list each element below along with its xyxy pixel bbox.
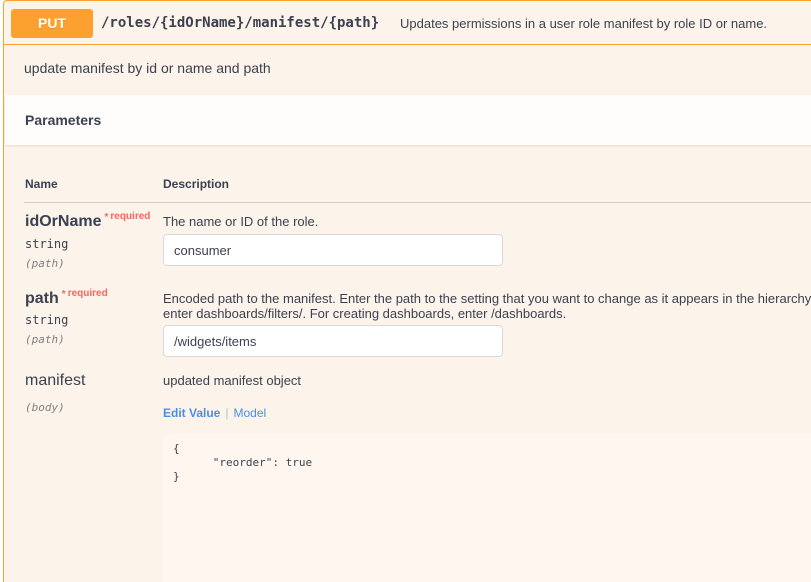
body-textarea[interactable]: { "reorder": true } — [173, 442, 312, 484]
required-label: required — [67, 288, 108, 299]
param-name-text: path — [25, 290, 59, 307]
tab-model[interactable]: Model — [233, 406, 266, 420]
parameters-title: Parameters — [25, 112, 102, 128]
param-description: The name or ID of the role. — [163, 214, 319, 229]
tab-separator: | — [225, 406, 229, 420]
param-type: string — [25, 237, 69, 251]
param-name-text: idOrName — [25, 213, 102, 230]
required-star: * — [61, 289, 66, 300]
param-name-idOrName: idOrName * required — [25, 211, 151, 231]
idOrName-input[interactable] — [163, 234, 503, 266]
method-badge: PUT — [11, 9, 93, 38]
required-star: * — [104, 212, 109, 223]
operation-summary[interactable]: PUT /roles/{idOrName}/manifest/{path} Up… — [4, 1, 811, 45]
tab-edit-value[interactable]: Edit Value — [163, 406, 220, 420]
operation-path: /roles/{idOrName}/manifest/{path} — [101, 15, 380, 31]
header-divider — [24, 202, 811, 203]
param-name-path: path * required — [25, 288, 108, 308]
column-header-name: Name — [25, 177, 58, 191]
operation-description: update manifest by id or name and path — [4, 46, 811, 94]
param-description-line2: enter dashboards/filters/. For creating … — [163, 306, 567, 321]
operation-summary-text: Updates permissions in a user role manif… — [400, 16, 768, 31]
param-description: updated manifest object — [163, 373, 302, 388]
param-name-manifest: manifest — [25, 372, 86, 389]
parameters-header: Parameters — [5, 95, 811, 145]
body-editor[interactable]: { "reorder": true } — [163, 434, 811, 582]
param-location: (path) — [25, 333, 65, 346]
param-location: (path) — [25, 257, 65, 270]
operation-block: PUT /roles/{idOrName}/manifest/{path} Up… — [3, 0, 811, 582]
column-header-description: Description — [163, 177, 230, 191]
param-type: string — [25, 313, 69, 327]
path-input[interactable] — [163, 325, 503, 357]
param-location: (body) — [25, 401, 65, 414]
param-description-line1: Encoded path to the manifest. Enter the … — [163, 291, 811, 306]
operation-description-text: update manifest by id or name and path — [24, 60, 271, 76]
body-tabs: Edit Value | Model — [163, 406, 266, 420]
required-label: required — [110, 211, 151, 222]
